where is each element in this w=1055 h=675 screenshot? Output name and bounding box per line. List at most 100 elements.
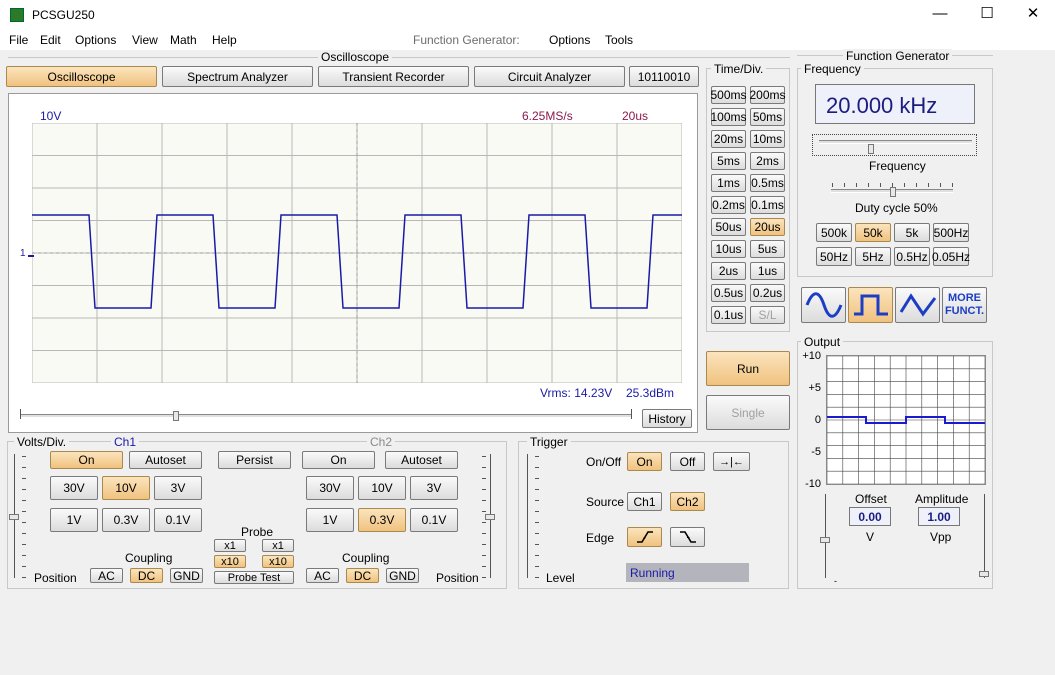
ch1-range-button[interactable]: 0.1V [154, 508, 202, 532]
trigger-rising-edge[interactable] [627, 527, 662, 547]
probe-test-button[interactable]: Probe Test [214, 571, 294, 584]
fg-frequency-slider[interactable] [819, 140, 972, 144]
ch2-range-button[interactable]: 0.3V [358, 508, 406, 532]
timediv-button[interactable]: 0.2ms [711, 196, 746, 214]
triangle-wave-button[interactable] [895, 287, 940, 323]
ch2-autoset-button[interactable]: Autoset [385, 451, 458, 469]
timediv-button[interactable]: 2ms [750, 152, 785, 170]
ch2-range-button[interactable]: 1V [306, 508, 354, 532]
timediv-button[interactable]: 5us [750, 240, 785, 258]
ch2-range-button[interactable]: 10V [358, 476, 406, 500]
tab-circuit-analyzer[interactable]: Circuit Analyzer [474, 66, 625, 87]
menu-fg-options[interactable]: Options [549, 33, 590, 47]
ch1-coupling-ac[interactable]: AC [90, 568, 123, 583]
timediv-button[interactable]: S/L [750, 306, 785, 324]
trigger-source-ch1[interactable]: Ch1 [627, 492, 662, 511]
ch2-coupling-dc[interactable]: DC [346, 568, 379, 583]
offset-value[interactable]: 0.00 [849, 507, 891, 526]
ch2-range-button[interactable]: 30V [306, 476, 354, 500]
timediv-button[interactable]: 20us [750, 218, 785, 236]
minimize-button[interactable]: — [925, 4, 955, 24]
tab-spectrum-analyzer[interactable]: Spectrum Analyzer [162, 66, 313, 87]
fg-range-button[interactable]: 50Hz [816, 247, 852, 266]
trigger-center-button[interactable]: →|← [713, 452, 750, 471]
timediv-button[interactable]: 1us [750, 262, 785, 280]
menu-help[interactable]: Help [212, 33, 237, 47]
ch1-position-thumb[interactable] [9, 514, 19, 520]
ch1-autoset-button[interactable]: Autoset [129, 451, 202, 469]
menu-view[interactable]: View [132, 33, 158, 47]
ch1-on-button[interactable]: On [50, 451, 123, 469]
offset-slider[interactable] [825, 494, 826, 578]
amplitude-thumb[interactable] [979, 571, 989, 577]
trigger-on-button[interactable]: On [627, 452, 662, 471]
fg-range-button[interactable]: 500Hz [933, 223, 969, 242]
close-button[interactable]: ✕ [1018, 4, 1048, 24]
square-wave-button[interactable] [848, 287, 893, 323]
ch2-probe-x10[interactable]: x10 [262, 555, 294, 568]
fg-range-button[interactable]: 0.5Hz [894, 247, 930, 266]
menu-file[interactable]: File [9, 33, 28, 47]
ch1-probe-x10[interactable]: x10 [214, 555, 246, 568]
timediv-button[interactable]: 0.1us [711, 306, 746, 324]
timediv-button[interactable]: 10us [711, 240, 746, 258]
timediv-button[interactable]: 1ms [711, 174, 746, 192]
fg-range-button[interactable]: 0.05Hz [932, 247, 970, 266]
timediv-button[interactable]: 10ms [750, 130, 785, 148]
ch1-range-button[interactable]: 30V [50, 476, 98, 500]
offset-thumb[interactable] [820, 537, 830, 543]
ch2-range-button[interactable]: 3V [410, 476, 458, 500]
ch1-coupling-gnd[interactable]: GND [170, 568, 203, 583]
menu-edit[interactable]: Edit [40, 33, 61, 47]
menu-fg-tools[interactable]: Tools [605, 33, 633, 47]
run-button[interactable]: Run [706, 351, 790, 386]
ch2-on-button[interactable]: On [302, 451, 375, 469]
fg-range-button[interactable]: 50k [855, 223, 891, 242]
amplitude-value[interactable]: 1.00 [918, 507, 960, 526]
timediv-button[interactable]: 5ms [711, 152, 746, 170]
ch1-range-button[interactable]: 10V [102, 476, 150, 500]
timediv-button[interactable]: 100ms [710, 108, 747, 126]
sine-wave-button[interactable] [801, 287, 846, 323]
ch1-range-button[interactable]: 3V [154, 476, 202, 500]
timediv-button[interactable]: 20ms [711, 130, 746, 148]
history-button[interactable]: History [642, 409, 692, 428]
tab-oscilloscope[interactable]: Oscilloscope [6, 66, 157, 87]
timediv-button[interactable]: 200ms [749, 86, 786, 104]
ch2-coupling-ac[interactable]: AC [306, 568, 339, 583]
timediv-button[interactable]: 0.1ms [750, 196, 785, 214]
fg-duty-thumb[interactable] [890, 187, 896, 197]
fg-range-button[interactable]: 500k [816, 223, 852, 242]
ch1-range-button[interactable]: 0.3V [102, 508, 150, 532]
trigger-level-slider[interactable] [527, 454, 528, 578]
fg-frequency-thumb[interactable] [868, 144, 874, 154]
fg-frequency-slider-box[interactable] [812, 134, 977, 156]
menu-options[interactable]: Options [75, 33, 116, 47]
fg-range-button[interactable]: 5k [894, 223, 930, 242]
more-functions-button[interactable]: MORE FUNCT. [942, 287, 987, 323]
menu-math[interactable]: Math [170, 33, 197, 47]
ch2-position-thumb[interactable] [485, 514, 495, 520]
amplitude-slider[interactable] [984, 494, 985, 578]
timediv-button[interactable]: 0.5ms [750, 174, 785, 192]
ch1-probe-x1[interactable]: x1 [214, 539, 246, 552]
trigger-off-button[interactable]: Off [670, 452, 705, 471]
timediv-button[interactable]: 50us [711, 218, 746, 236]
timediv-button[interactable]: 0.2us [750, 284, 785, 302]
ch1-range-button[interactable]: 1V [50, 508, 98, 532]
trigger-source-ch2[interactable]: Ch2 [670, 492, 705, 511]
timediv-button[interactable]: 2us [711, 262, 746, 280]
persist-button[interactable]: Persist [218, 451, 291, 469]
maximize-button[interactable]: ☐ [972, 4, 1002, 24]
tab-logic[interactable]: 10110010 [629, 66, 699, 87]
single-button[interactable]: Single [706, 395, 790, 430]
tab-transient-recorder[interactable]: Transient Recorder [318, 66, 469, 87]
ch2-coupling-gnd[interactable]: GND [386, 568, 419, 583]
ch2-range-button[interactable]: 0.1V [410, 508, 458, 532]
fg-range-button[interactable]: 5Hz [855, 247, 891, 266]
timediv-button[interactable]: 500ms [710, 86, 747, 104]
ch1-coupling-dc[interactable]: DC [130, 568, 163, 583]
horizontal-position-slider[interactable] [20, 414, 632, 418]
horizontal-position-thumb[interactable] [173, 411, 179, 421]
ch2-probe-x1[interactable]: x1 [262, 539, 294, 552]
